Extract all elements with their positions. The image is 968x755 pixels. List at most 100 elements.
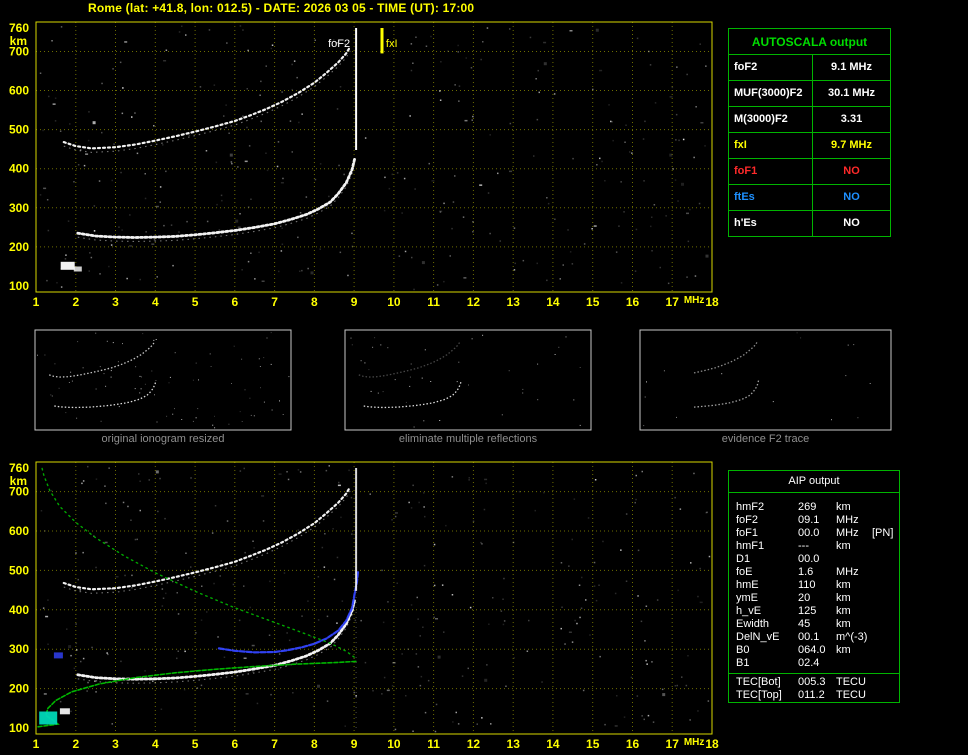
x-tick-label: 2 bbox=[72, 737, 79, 751]
x-tick-label: 10 bbox=[387, 737, 401, 751]
autoscala-param-value: NO bbox=[813, 211, 890, 236]
aip-note bbox=[872, 501, 899, 514]
aip-name: B0 bbox=[736, 644, 798, 657]
x-tick-label: 2 bbox=[72, 295, 79, 309]
x-tick-label: 9 bbox=[351, 295, 358, 309]
aip-name: TEC[Top] bbox=[736, 689, 798, 702]
thumbnail-evidence-f2-trace bbox=[640, 330, 891, 430]
x-tick-label: 14 bbox=[546, 295, 560, 309]
aip-unit bbox=[836, 553, 872, 566]
autoscala-row: foF29.1 MHz bbox=[729, 55, 890, 81]
aip-value: 269 bbox=[798, 501, 836, 514]
autoscala-param-value: NO bbox=[813, 159, 890, 184]
thumbnail-border bbox=[345, 330, 591, 430]
x-tick-label: 10 bbox=[387, 295, 401, 309]
x-tick-label: 5 bbox=[192, 737, 199, 751]
autoscala-row: fxI9.7 MHz bbox=[729, 133, 890, 159]
aip-unit: TECU bbox=[836, 689, 872, 702]
aip-value: 45 bbox=[798, 618, 836, 631]
y-tick-label: 200 bbox=[9, 240, 29, 254]
aip-value: 00.0 bbox=[798, 553, 836, 566]
aip-row: DelN_vE00.1m^(-3) bbox=[736, 631, 899, 644]
aip-note bbox=[872, 605, 899, 618]
y-tick-label: 600 bbox=[9, 524, 29, 538]
aip-row: h_vE125km bbox=[736, 605, 899, 618]
y-tick-label: 400 bbox=[9, 162, 29, 176]
bottom-ionogram-plot: 1234567891011121314151617181002003004005… bbox=[9, 461, 719, 751]
y-tick-label: 500 bbox=[9, 123, 29, 137]
thumbnail-caption-original: original ionogram resized bbox=[35, 433, 291, 445]
aip-name: D1 bbox=[736, 553, 798, 566]
x-tick-label: 18 bbox=[705, 737, 719, 751]
x-tick-label: 13 bbox=[507, 737, 521, 751]
annotation-fxI: fxI bbox=[386, 38, 398, 50]
autoscala-row: ftEsNO bbox=[729, 185, 890, 211]
aip-note bbox=[872, 540, 899, 553]
aip-row: hmF1---km bbox=[736, 540, 899, 553]
autoscala-row: h'EsNO bbox=[729, 211, 890, 236]
y-axis-unit-label: km bbox=[10, 34, 27, 48]
aip-unit bbox=[836, 657, 872, 670]
aip-unit: MHz bbox=[836, 514, 872, 527]
x-tick-label: 8 bbox=[311, 295, 318, 309]
tec-section: TEC[Bot]005.3TECUTEC[Top]011.2TECU bbox=[729, 673, 899, 704]
thumbnail-caption-evidence: evidence F2 trace bbox=[640, 433, 891, 445]
aip-row: B102.4 bbox=[736, 657, 899, 670]
thumbnail-eliminate-reflections bbox=[345, 330, 591, 430]
aip-note bbox=[872, 566, 899, 579]
x-tick-label: 17 bbox=[666, 295, 680, 309]
aip-row: Ewidth45km bbox=[736, 618, 899, 631]
x-tick-label: 6 bbox=[231, 295, 238, 309]
noise-cluster bbox=[60, 708, 70, 714]
aip-unit: MHz bbox=[836, 566, 872, 579]
aip-note bbox=[872, 689, 899, 702]
aip-row: ymE20km bbox=[736, 592, 899, 605]
restored-f2-trace bbox=[219, 570, 358, 652]
aip-name: DelN_vE bbox=[736, 631, 798, 644]
thumbnail-original-ionogram bbox=[35, 330, 291, 430]
aip-note bbox=[872, 644, 899, 657]
aip-note bbox=[872, 514, 899, 527]
aip-name: foF1 bbox=[736, 527, 798, 540]
aip-name: h_vE bbox=[736, 605, 798, 618]
aip-unit: m^(-3) bbox=[836, 631, 872, 644]
y-tick-label: 100 bbox=[9, 721, 29, 735]
x-tick-label: 17 bbox=[666, 737, 680, 751]
x-tick-label: 12 bbox=[467, 737, 481, 751]
aip-value: 09.1 bbox=[798, 514, 836, 527]
annotation-foF2: foF2 bbox=[328, 38, 350, 50]
x-tick-label: 15 bbox=[586, 295, 600, 309]
x-tick-label: 14 bbox=[546, 737, 560, 751]
y-tick-label: 760 bbox=[9, 21, 29, 35]
aip-note bbox=[872, 657, 899, 670]
x-tick-label: 4 bbox=[152, 295, 159, 309]
aip-note bbox=[872, 618, 899, 631]
aip-value: 1.6 bbox=[798, 566, 836, 579]
noise-cluster bbox=[74, 267, 82, 272]
autoscala-row: M(3000)F23.31 bbox=[729, 107, 890, 133]
tec-row: TEC[Bot]005.3TECU bbox=[736, 676, 899, 689]
x-tick-label: 8 bbox=[311, 737, 318, 751]
x-tick-label: 16 bbox=[626, 295, 640, 309]
x-axis-unit-label: MHz bbox=[684, 737, 705, 748]
x-tick-label: 11 bbox=[427, 295, 440, 309]
tec-row: TEC[Top]011.2TECU bbox=[736, 689, 899, 702]
aip-name: hmF1 bbox=[736, 540, 798, 553]
autoscala-param-value: 30.1 MHz bbox=[813, 81, 890, 106]
autoscala-panel-header: AUTOSCALA output bbox=[729, 29, 890, 55]
aip-note bbox=[872, 553, 899, 566]
aip-value: 005.3 bbox=[798, 676, 836, 689]
autoscala-param-label: MUF(3000)F2 bbox=[729, 81, 813, 106]
x-tick-label: 3 bbox=[112, 737, 119, 751]
aip-note bbox=[872, 579, 899, 592]
x-tick-label: 6 bbox=[231, 737, 238, 751]
autoscala-app-screen: Rome (lat: +41.8, lon: 012.5) - DATE: 20… bbox=[0, 0, 968, 755]
aip-name: foF2 bbox=[736, 514, 798, 527]
aip-name: TEC[Bot] bbox=[736, 676, 798, 689]
aip-name: ymE bbox=[736, 592, 798, 605]
aip-row: hmE110km bbox=[736, 579, 899, 592]
aip-row: foE1.6MHz bbox=[736, 566, 899, 579]
x-tick-label: 16 bbox=[626, 737, 640, 751]
noise-cluster bbox=[54, 652, 63, 658]
autoscala-row: MUF(3000)F230.1 MHz bbox=[729, 81, 890, 107]
